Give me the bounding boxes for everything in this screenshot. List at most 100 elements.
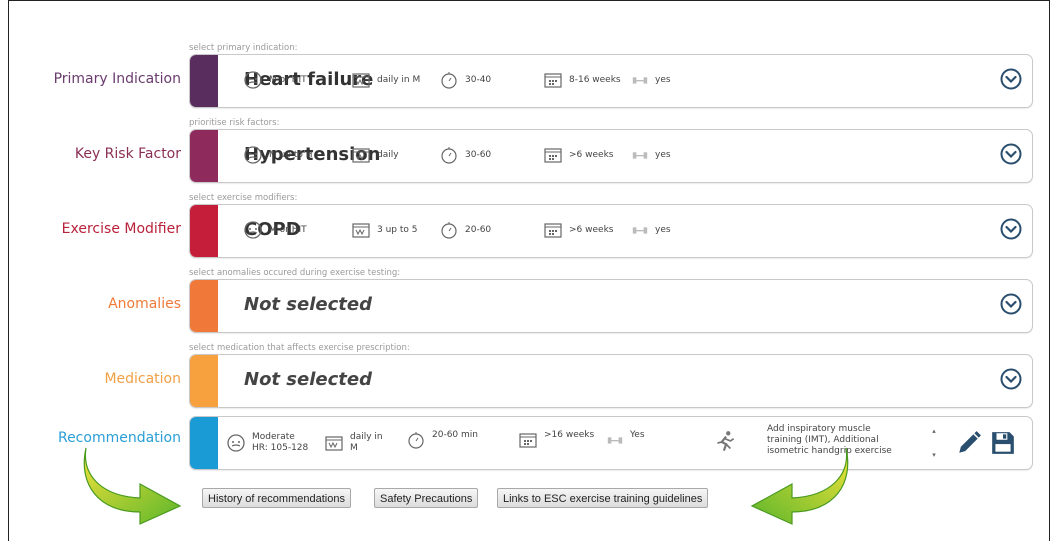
row-hint: select anomalies occured during exercise… (189, 268, 401, 278)
selection-card[interactable]: Hypertension M up to Hdaily 30-60 >6 weeks y… (189, 129, 1033, 183)
row-duration: 30-40 (439, 69, 491, 91)
chevron-down-circle-icon[interactable] (1000, 293, 1022, 315)
face-gauge-icon (227, 434, 245, 452)
row-frequency: 3 up to 5 (351, 219, 418, 241)
row-resistance-text: yes (655, 150, 671, 160)
row-intensity-text: M up to H (269, 150, 313, 160)
row-resistance: yes (631, 144, 671, 166)
calendar-grid-icon (519, 433, 537, 448)
row-period-text: 8-16 weeks (569, 75, 621, 85)
row-color-bar (190, 205, 218, 257)
row-frequency-text: 3 up to 5 (377, 225, 418, 235)
row-resistance: yes (631, 69, 671, 91)
row-hint: select exercise modifiers: (189, 193, 298, 203)
floppy-disk-icon[interactable] (990, 429, 1016, 457)
safety-precautions-button[interactable]: Safety Precautions (374, 488, 479, 508)
face-gauge-icon (244, 146, 262, 164)
row-frequency: daily in M (351, 69, 420, 91)
selection-card[interactable]: COPD M or HIT 3 up to 5 20-60 >6 weeks yes (189, 204, 1033, 258)
rec-resistance-text: Yes (630, 430, 645, 440)
rec-period-text: >16 weeks (544, 430, 595, 440)
dumbbell-icon (632, 77, 648, 84)
row-period: 8-16 weeks (543, 69, 621, 91)
row-selected-value: Not selected (244, 294, 372, 315)
rec-frequency-line1: daily in (350, 432, 383, 442)
chevron-down-circle-icon[interactable] (1000, 368, 1022, 390)
rec-duration: 20-60 min (406, 430, 478, 452)
row-intensity: M or HIT (243, 219, 307, 241)
rec-frequency-line2: M (350, 443, 358, 453)
row-period: >6 weeks (543, 144, 613, 166)
calendar-grid-icon (544, 148, 562, 163)
stopwatch-icon (441, 147, 457, 164)
calendar-week-icon (325, 436, 343, 451)
row-selected-value: Not selected (244, 369, 372, 390)
selection-card[interactable]: Not selected (189, 279, 1033, 333)
rec-notes-scrollbar[interactable]: ▴ ▾ (930, 424, 938, 464)
calendar-grid-icon (544, 223, 562, 238)
runner-icon (717, 431, 735, 452)
calendar-week-icon (352, 223, 370, 238)
row-label: Anomalies (108, 296, 181, 312)
chevron-down-circle-icon[interactable] (1000, 68, 1022, 90)
stopwatch-icon (441, 222, 457, 239)
dumbbell-icon (607, 437, 623, 444)
row-color-bar (190, 130, 218, 182)
row-duration: 20-60 (439, 219, 491, 241)
selection-card[interactable]: Heart failure M or HIT daily in M 30-40 8-16… (189, 54, 1033, 108)
face-gauge-icon (244, 221, 262, 239)
selection-card[interactable]: Not selected (189, 354, 1033, 408)
row-color-bar (190, 280, 218, 332)
recommendation-card: Moderate HR: 105-128 daily in M 20-60 min … (189, 416, 1033, 470)
row-label: Medication (104, 371, 181, 387)
chevron-down-circle-icon[interactable] (1000, 218, 1022, 240)
row-color-bar (190, 355, 218, 407)
row-frequency: daily (351, 144, 399, 166)
scroll-down-arrow[interactable]: ▾ (930, 448, 938, 462)
row-label: Primary Indication (53, 71, 181, 87)
green-arrow-left (83, 447, 182, 525)
row-period: >6 weeks (543, 219, 613, 241)
chevron-down-circle-icon[interactable] (1000, 143, 1022, 165)
rec-intensity-line2: HR: 105-128 (252, 443, 309, 453)
scroll-up-arrow[interactable]: ▴ (930, 424, 938, 438)
row-frequency-text: daily in M (377, 75, 421, 85)
row-duration-text: 30-60 (465, 150, 492, 160)
dumbbell-icon (632, 227, 648, 234)
rec-intensity-line1: Moderate (252, 432, 295, 442)
rec-period: >16 weeks (518, 430, 594, 452)
row-color-bar (190, 55, 218, 107)
row-label: Key Risk Factor (74, 146, 181, 162)
row-hint: select medication that affects exercise … (189, 343, 410, 353)
rec-duration-text: 20-60 min (432, 430, 478, 440)
row-intensity-text: M or HIT (269, 225, 307, 235)
stopwatch-icon (441, 72, 457, 89)
row-duration-text: 30-40 (465, 75, 492, 85)
row-duration-text: 20-60 (465, 225, 492, 235)
row-hint: select primary indication: (189, 43, 298, 53)
row-duration: 30-60 (439, 144, 491, 166)
row-resistance: yes (631, 219, 671, 241)
row-period-text: >6 weeks (569, 150, 614, 160)
rec-resistance: Yes (606, 430, 645, 452)
rec-intensity: Moderate HR: 105-128 (226, 432, 308, 454)
history-button[interactable]: History of recommendations (202, 488, 351, 508)
stopwatch-icon (408, 432, 424, 449)
row-hint: prioritise risk factors: (189, 118, 280, 128)
recommendation-color-bar (190, 417, 218, 469)
dumbbell-icon (632, 152, 648, 159)
green-arrow-right (750, 447, 849, 525)
esc-guidelines-button[interactable]: Links to ESC exercise training guideline… (497, 488, 709, 508)
face-gauge-icon (244, 71, 262, 89)
row-resistance-text: yes (655, 225, 671, 235)
row-label: Exercise Modifier (61, 221, 181, 237)
row-resistance-text: yes (655, 75, 671, 85)
calendar-grid-icon (544, 73, 562, 88)
pencil-icon[interactable] (956, 430, 982, 456)
row-frequency-text: daily (377, 150, 399, 160)
rec-notes-line1: Add inspiratory muscle (767, 424, 871, 434)
row-intensity-text: M or HIT (269, 75, 307, 85)
row-intensity: M or HIT (243, 69, 307, 91)
calendar-week-icon (352, 148, 370, 163)
calendar-week-icon (352, 73, 370, 88)
